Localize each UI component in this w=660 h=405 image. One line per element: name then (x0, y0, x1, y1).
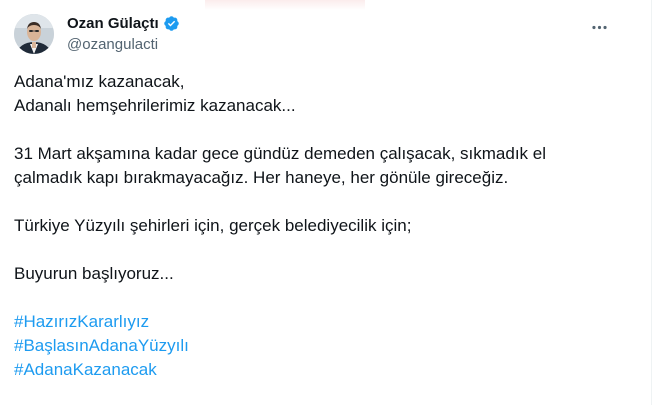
right-divider (651, 0, 652, 405)
top-edge-strip (205, 0, 365, 10)
hashtag-link[interactable]: #AdanaKazanacak (14, 360, 157, 379)
author-name-row: Ozan Gülaçtı (67, 13, 180, 33)
hashtag-link[interactable]: #BaşlasınAdanaYüzyılı (14, 336, 189, 355)
more-horizontal-icon (591, 25, 607, 29)
hashtag-link[interactable]: #HazırızKararlıyız (14, 312, 149, 331)
tweet-line: Adana'mız kazanacak, (14, 72, 185, 91)
verified-badge-icon (163, 15, 180, 32)
avatar[interactable] (14, 14, 54, 54)
tweet-line: Türkiye Yüzyılı şehirleri için, gerçek b… (14, 216, 412, 235)
tweet-line: 31 Mart akşamına kadar gece gündüz demed… (14, 144, 547, 163)
author-display-name[interactable]: Ozan Gülaçtı (67, 15, 159, 32)
avatar-image (14, 14, 54, 54)
tweet-line: çalmadık kapı bırakmayacağız. Her haneye… (14, 168, 509, 187)
tweet-text: Adana'mız kazanacak, Adanalı hemşehriler… (14, 70, 624, 382)
tweet-line: Buyurun başlıyoruz... (14, 264, 174, 283)
author-handle[interactable]: @ozangulacti (67, 36, 158, 53)
tweet-line: Adanalı hemşehrilerimiz kazanacak... (14, 96, 296, 115)
more-options-button[interactable] (582, 10, 616, 44)
tweet-card: Ozan Gülaçtı @ozangulacti Adana'mız kaza… (0, 0, 660, 405)
